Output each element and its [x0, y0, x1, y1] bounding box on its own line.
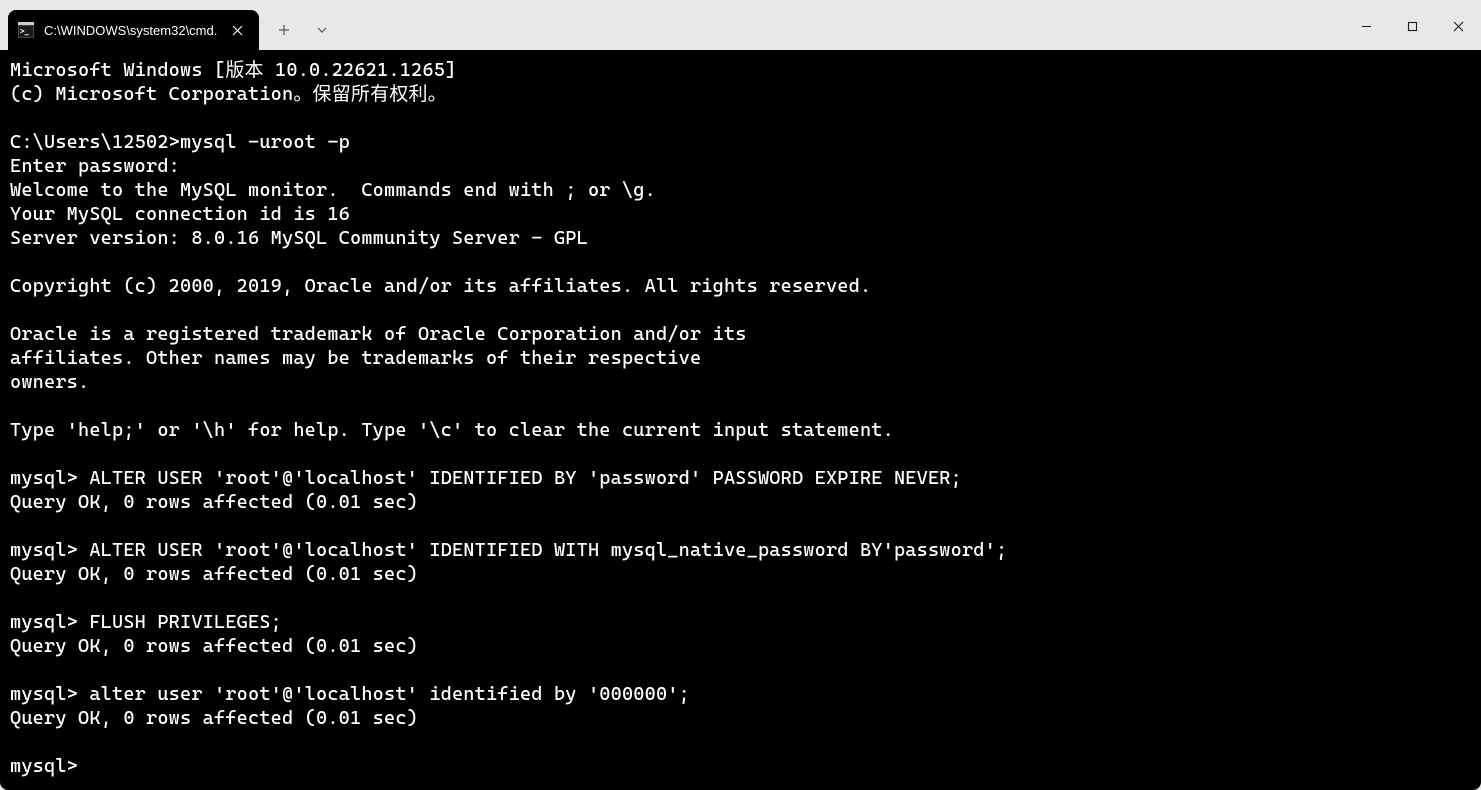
tab-title: C:\WINDOWS\system32\cmd.	[44, 23, 217, 38]
tab-close-button[interactable]	[227, 20, 247, 40]
terminal-window: >_ C:\WINDOWS\system32\cmd.	[0, 0, 1481, 790]
minimize-button[interactable]	[1343, 10, 1389, 42]
active-tab[interactable]: >_ C:\WINDOWS\system32\cmd.	[8, 10, 259, 50]
cmd-icon: >_	[18, 22, 34, 38]
tab-dropdown-button[interactable]	[305, 13, 339, 47]
terminal-output[interactable]: Microsoft Windows [版本 10.0.22621.1265] (…	[0, 50, 1481, 790]
new-tab-button[interactable]	[267, 13, 301, 47]
window-controls	[1343, 10, 1481, 50]
svg-text:>_: >_	[20, 27, 30, 36]
maximize-button[interactable]	[1389, 10, 1435, 42]
titlebar[interactable]: >_ C:\WINDOWS\system32\cmd.	[0, 0, 1481, 50]
window-close-button[interactable]	[1435, 10, 1481, 42]
tab-actions	[267, 10, 339, 50]
